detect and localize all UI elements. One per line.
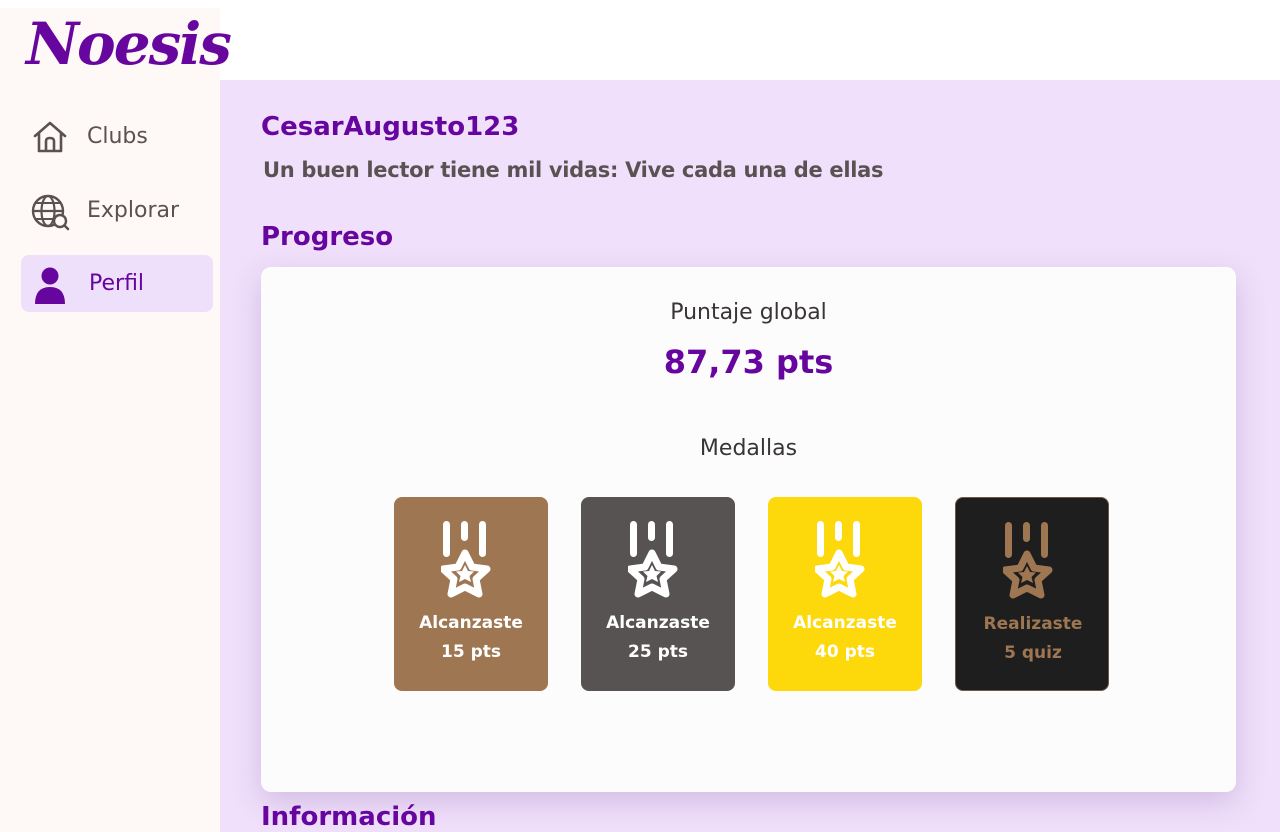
sidebar-item-explorar[interactable]: Explorar xyxy=(21,182,213,239)
medal-card[interactable]: Alcanzaste 15 pts xyxy=(394,497,548,691)
sidebar-item-clubs[interactable]: Clubs xyxy=(21,108,213,165)
sidebar-item-label: Explorar xyxy=(87,198,180,223)
sidebar-item-label: Clubs xyxy=(87,124,148,149)
medal-line-1: Alcanzaste xyxy=(606,613,710,633)
profile-main: CesarAugusto123 Un buen lector tiene mil… xyxy=(220,80,1280,832)
app-logo[interactable]: Noesis xyxy=(26,8,232,80)
medal-line-1: Alcanzaste xyxy=(419,613,523,633)
sidebar-item-label: Perfil xyxy=(89,271,145,296)
medal-card[interactable]: Realizaste 5 quiz xyxy=(955,497,1109,691)
medal-line-2: 25 pts xyxy=(628,642,688,662)
medal-star-icon xyxy=(441,521,491,598)
progress-card: Puntaje global 87,73 pts Medallas Alcanz… xyxy=(261,267,1236,792)
info-section-title: Información xyxy=(261,802,437,832)
medals-label: Medallas xyxy=(699,436,798,461)
score-label: Puntaje global xyxy=(670,300,827,325)
sidebar-item-perfil[interactable]: Perfil xyxy=(21,255,213,312)
medal-star-icon xyxy=(1003,522,1053,599)
user-icon xyxy=(35,267,65,304)
medal-star-icon xyxy=(815,521,865,598)
progress-section-title: Progreso xyxy=(261,222,394,252)
medal-line-2: 5 quiz xyxy=(1004,643,1062,663)
user-bio: Un buen lector tiene mil vidas: Vive cad… xyxy=(263,158,884,182)
medal-line-2: 15 pts xyxy=(441,642,501,662)
medal-card[interactable]: Alcanzaste 25 pts xyxy=(581,497,735,691)
sidebar: Noesis Clubs Explorar Perfil xyxy=(0,8,232,832)
medal-line-2: 40 pts xyxy=(815,642,875,662)
medal-card[interactable]: Alcanzaste 40 pts xyxy=(768,497,922,691)
medal-star-icon xyxy=(628,521,678,598)
medal-line-1: Alcanzaste xyxy=(793,613,897,633)
home-icon xyxy=(33,121,67,153)
globe-search-icon xyxy=(31,194,70,231)
medal-line-1: Realizaste xyxy=(983,614,1083,634)
username: CesarAugusto123 xyxy=(261,112,520,142)
score-value: 87,73 pts xyxy=(663,343,834,381)
